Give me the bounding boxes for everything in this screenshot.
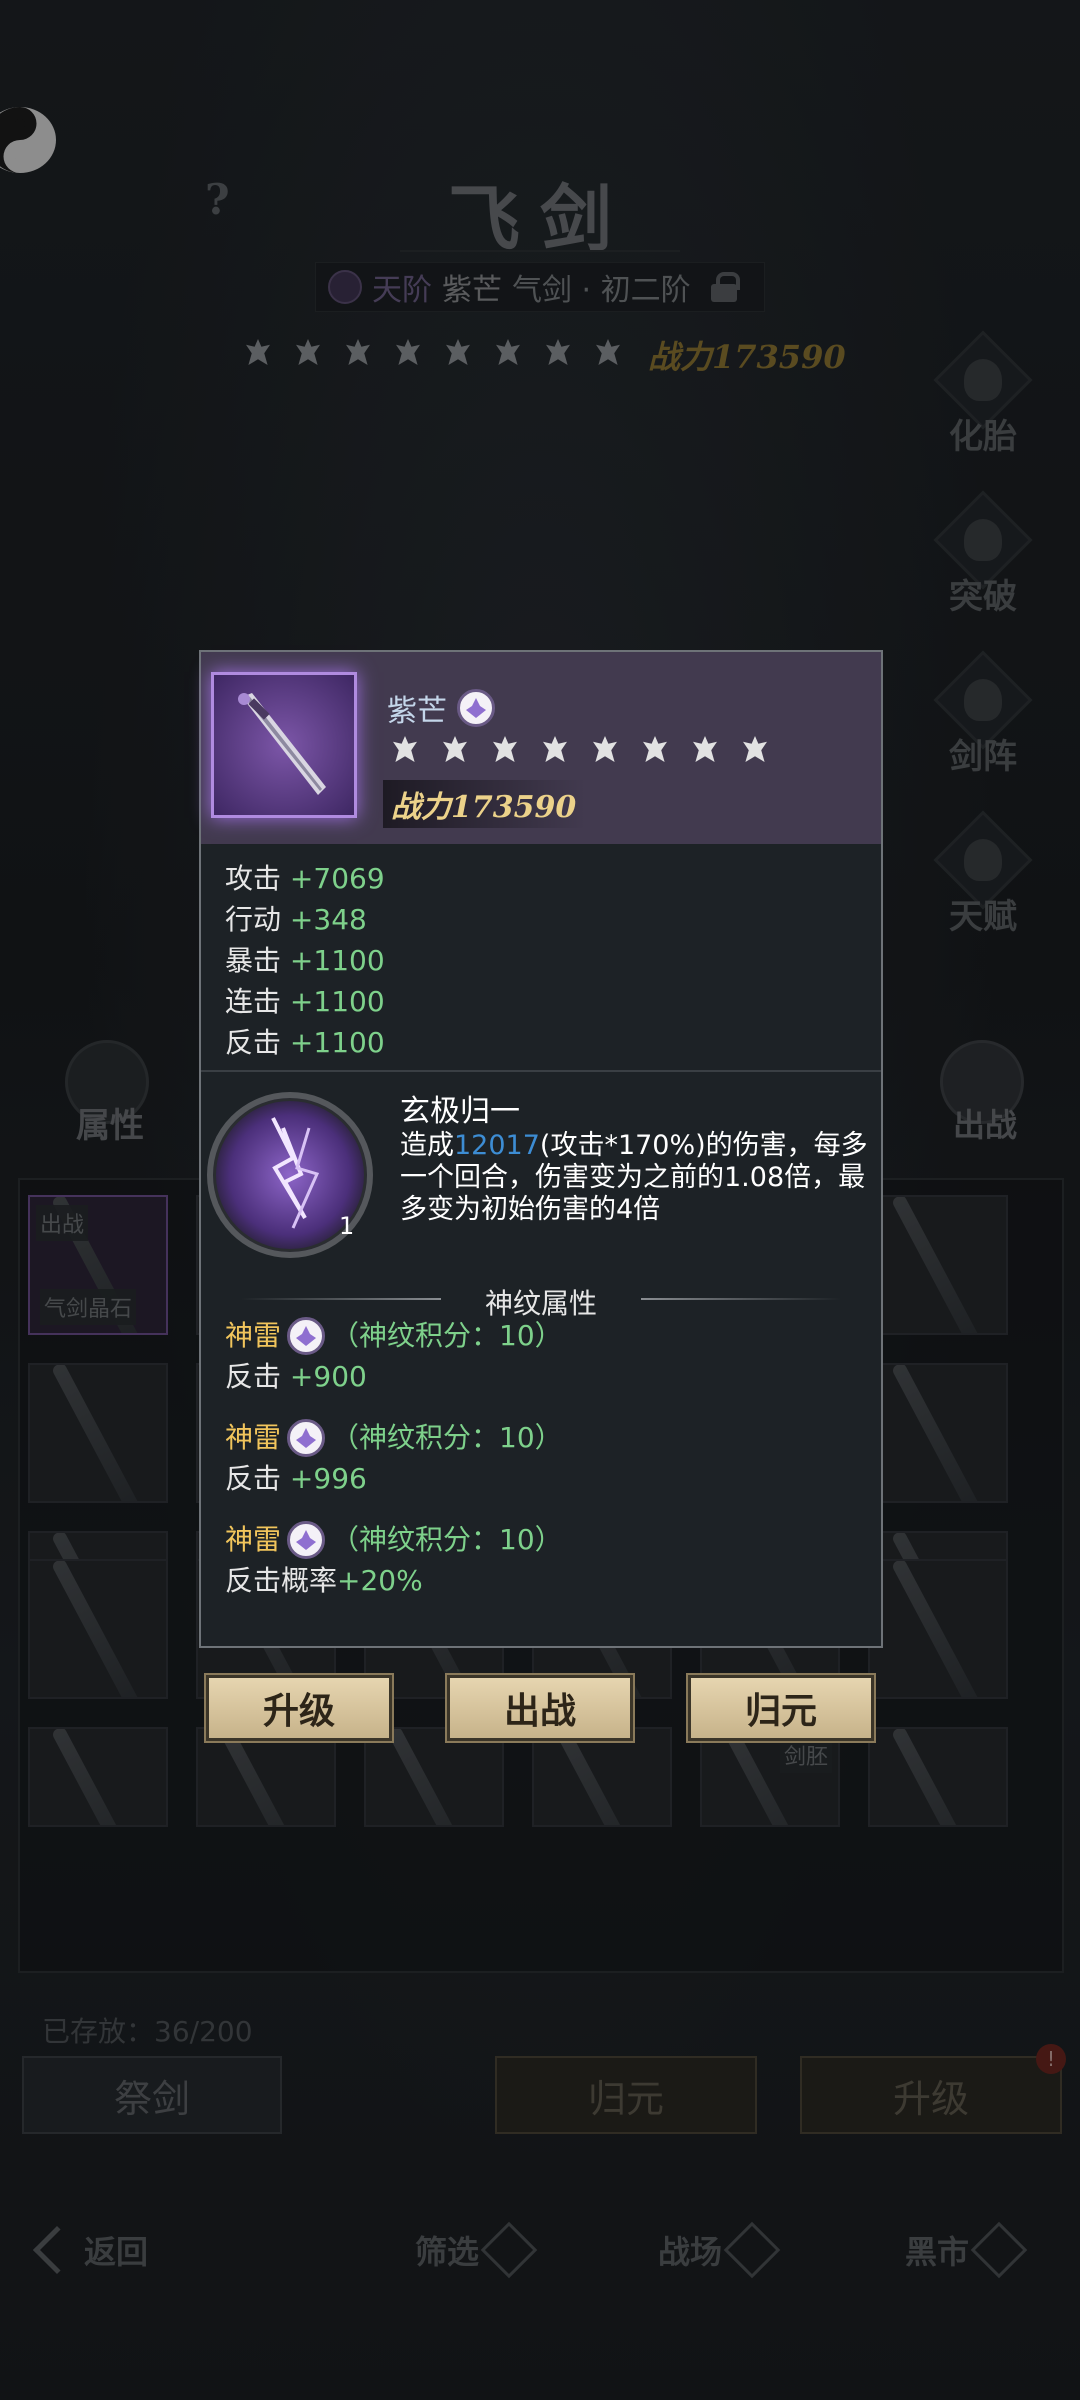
star-mark-icon [487,732,525,770]
rune-entry: 神雷 （神纹积分：10） 反击概率+20% [225,1520,563,1602]
stat-row: 暴击 +1100 [225,940,385,981]
battle-button[interactable]: 出战 [447,1675,633,1741]
popup-sword-name-row: 紫芒 [387,686,495,730]
star-mark-icon [637,732,675,770]
popup-power-value: 战力173590 [383,780,587,828]
stat-label: 行动 [225,903,282,936]
stat-value: +1100 [289,944,385,977]
skill-desc-prefix: 造成 [400,1130,454,1161]
skill-name: 玄极归一 [400,1094,520,1129]
rune-orb-icon [287,1317,326,1355]
sword-detail-popup: 紫芒 战力173590 攻击 +7069 行动 +348 暴击 +1100 连击… [199,650,883,1648]
rune-stat: 反击 +900 [225,1356,563,1398]
rune-stat: 反击概率+20% [225,1560,563,1602]
rune-stat-label: 反击概率 [225,1564,338,1597]
popup-star-row [387,732,775,770]
grade-orb-icon [457,689,495,727]
star-mark-icon [387,732,425,770]
stat-row: 攻击 +7069 [225,858,385,899]
sword-item-frame [211,672,357,818]
rune-stat-value: +996 [289,1462,367,1495]
rune-orb-icon [287,1521,326,1559]
star-mark-icon [587,732,625,770]
stat-label: 反击 [225,1026,282,1059]
stat-value: +1100 [289,1026,385,1059]
popup-header: 紫芒 战力173590 [201,652,881,844]
rune-stat-label: 反击 [225,1360,282,1393]
star-mark-icon [687,732,725,770]
upgrade-button[interactable]: 升级 [206,1675,392,1741]
rune-stat: 反击 +996 [225,1458,563,1500]
stat-row: 反击 +1100 [225,1022,385,1063]
stat-value: +348 [289,903,367,936]
stat-label: 暴击 [225,944,282,977]
rune-stat-value: +20% [337,1564,423,1597]
section-line-right [641,1298,841,1300]
rune-header: 神雷 （神纹积分：10） [225,1316,563,1356]
rune-orb-icon [287,1419,326,1457]
skill-description: 造成12017(攻击*170%)的伤害，每多一个回合，伤害变为之前的1.08倍，… [400,1130,870,1226]
rune-header: 神雷 （神纹积分：10） [225,1520,563,1560]
section-divider [201,1070,881,1072]
rune-stat-value: +900 [289,1360,367,1393]
rune-score: （神纹积分：10） [331,1319,563,1352]
skill-damage-number: 12017 [454,1130,540,1161]
return-origin-button[interactable]: 归元 [688,1675,874,1741]
sword-icon [238,693,326,795]
stat-row: 行动 +348 [225,899,385,940]
stat-row: 连击 +1100 [225,981,385,1022]
popup-sword-name: 紫芒 [387,694,447,729]
star-mark-icon [437,732,475,770]
stat-label: 攻击 [225,862,282,895]
star-mark-icon [737,732,775,770]
stat-value: +7069 [289,862,385,895]
rune-entry: 神雷 （神纹积分：10） 反击 +996 [225,1418,563,1500]
rune-score: （神纹积分：10） [331,1421,563,1454]
skill-level: 1 [339,1212,355,1240]
rune-name: 神雷 [225,1319,282,1352]
rune-entry: 神雷 （神纹积分：10） 反击 +900 [225,1316,563,1398]
stat-value: +1100 [289,985,385,1018]
star-mark-icon [537,732,575,770]
rune-header: 神雷 （神纹积分：10） [225,1418,563,1458]
rune-score: （神纹积分：10） [331,1523,563,1556]
rune-name: 神雷 [225,1523,282,1556]
stat-label: 连击 [225,985,282,1018]
rune-name: 神雷 [225,1421,282,1454]
stat-list: 攻击 +7069 行动 +348 暴击 +1100 连击 +1100 反击 +1… [225,858,385,1063]
rune-stat-label: 反击 [225,1462,282,1495]
